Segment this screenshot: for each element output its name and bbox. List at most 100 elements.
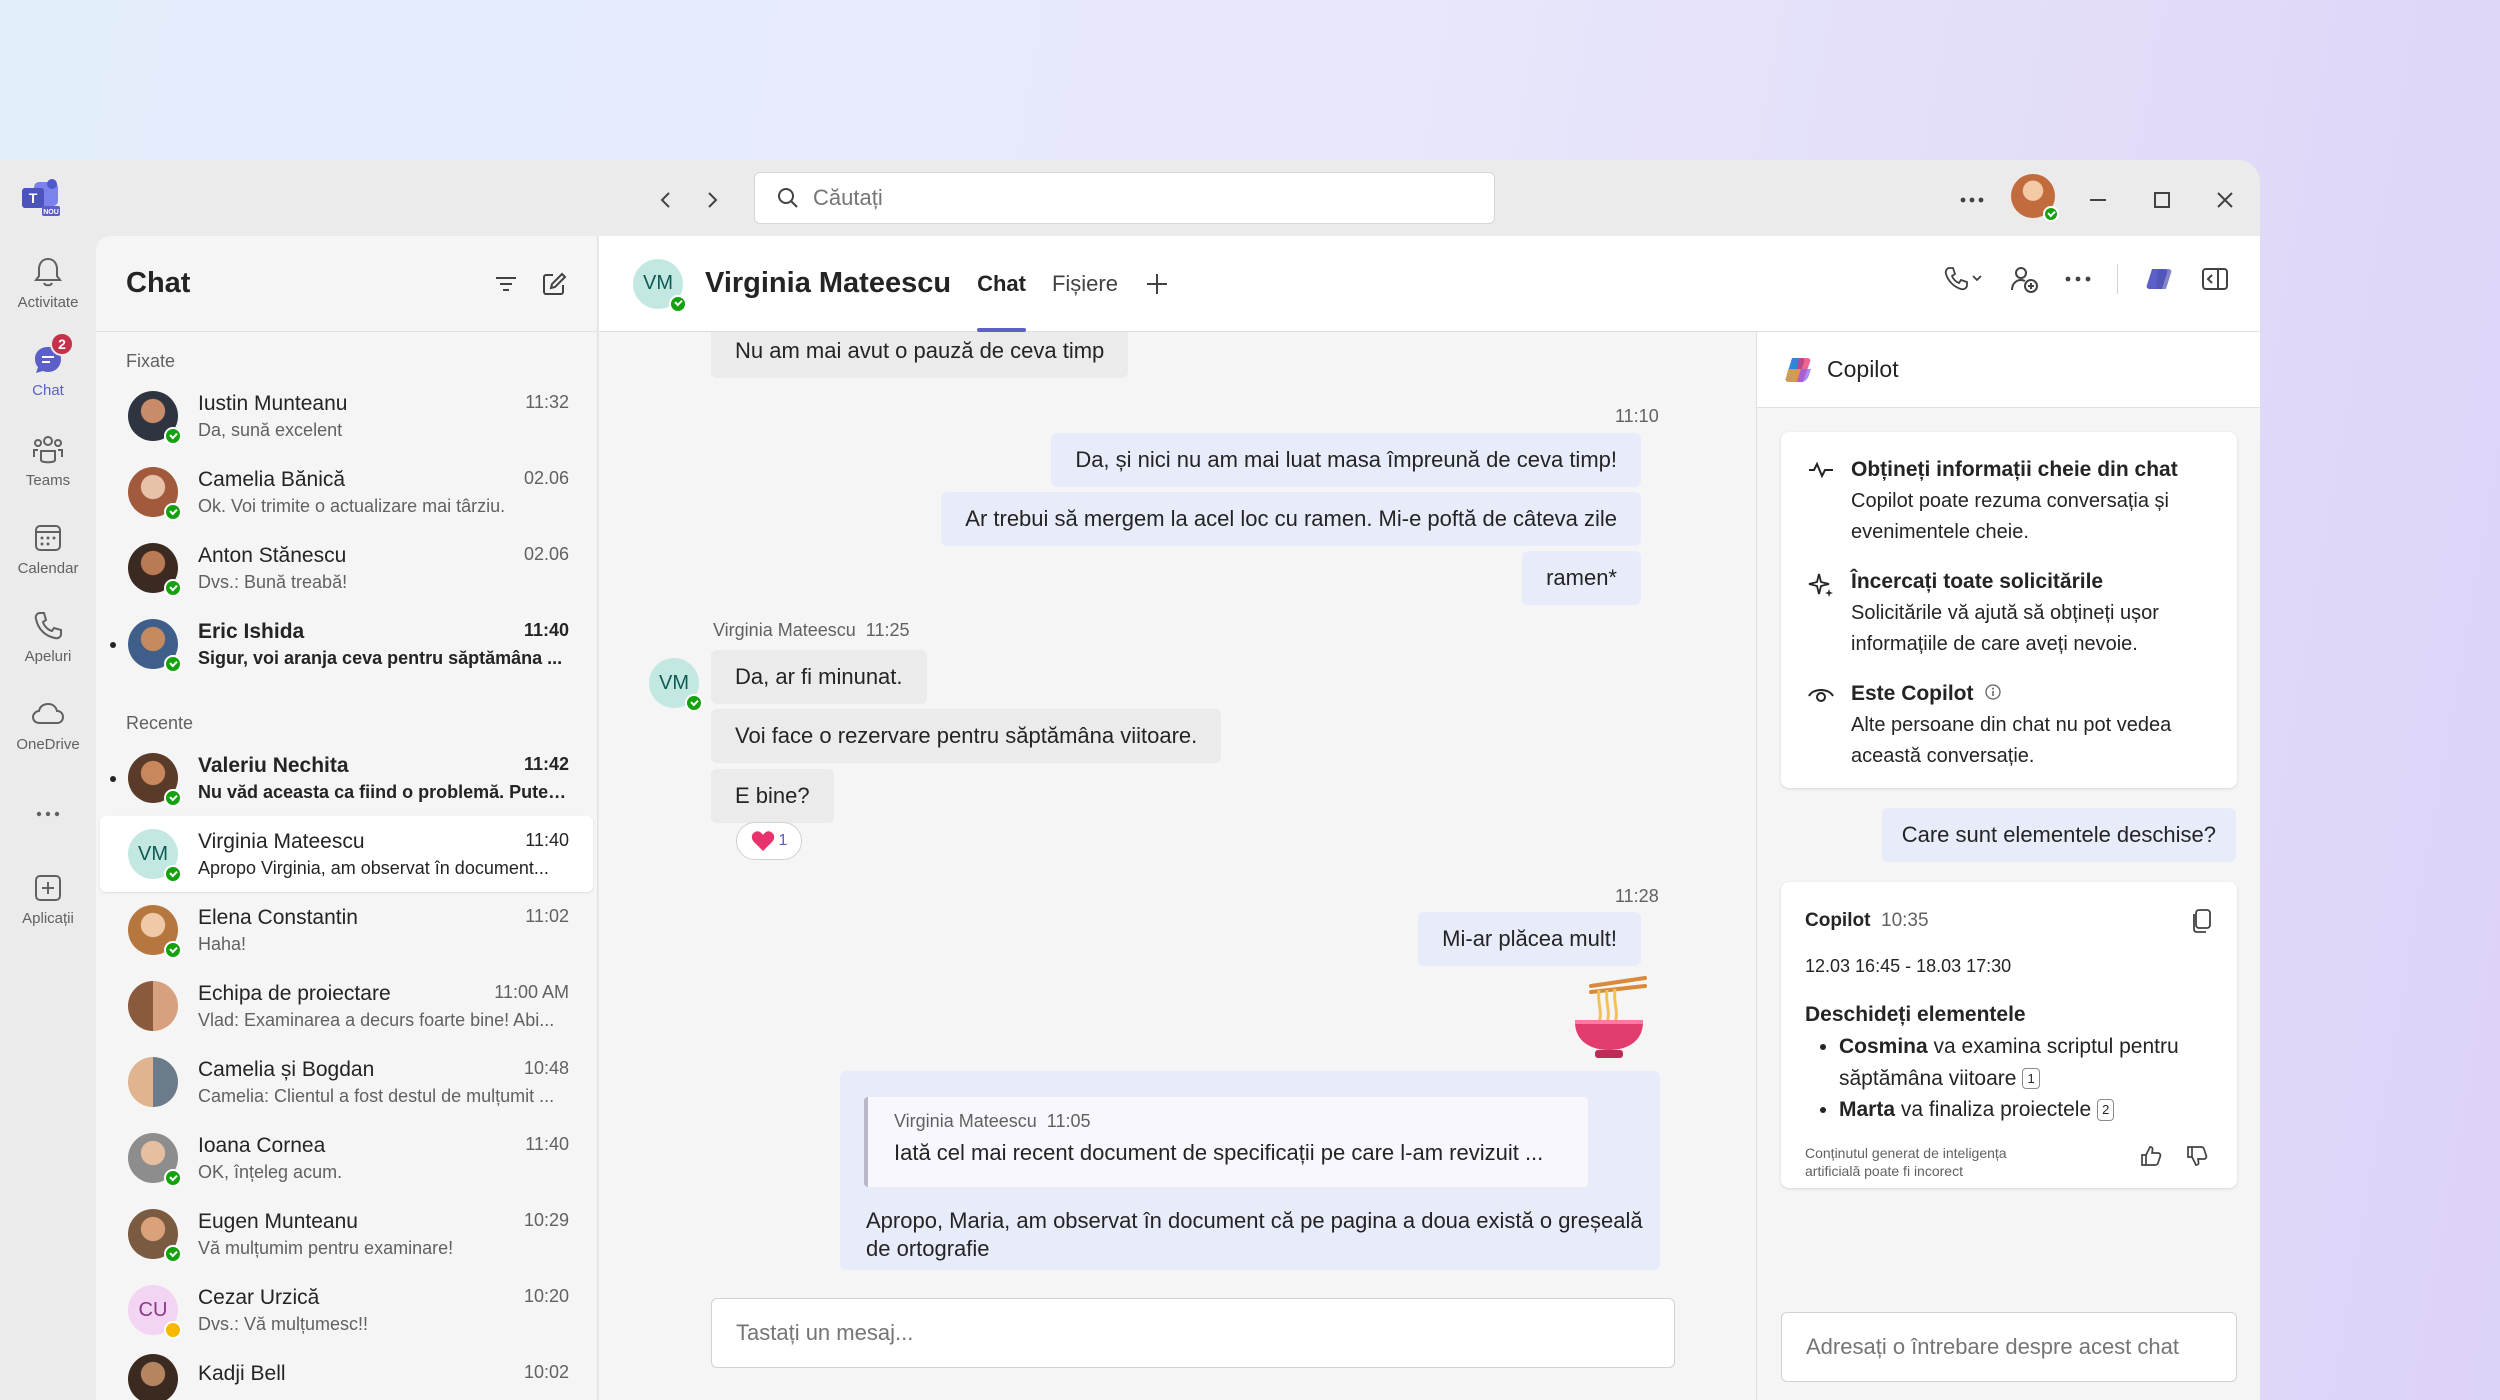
add-people-icon[interactable] bbox=[2009, 264, 2039, 294]
message-time: 11:40 bbox=[523, 619, 569, 640]
message-composer[interactable] bbox=[711, 1298, 1675, 1368]
message-bubble: Ar trebui să mergem la acel loc cu ramen… bbox=[941, 492, 1641, 547]
add-tab-icon[interactable] bbox=[1144, 271, 1170, 297]
call-dropdown-icon[interactable] bbox=[1943, 265, 1983, 293]
chat-list-title: Chat bbox=[126, 267, 191, 299]
thumbs-up-icon[interactable] bbox=[2139, 1144, 2163, 1168]
rail-calls-label: Apeluri bbox=[24, 648, 72, 665]
presence-available-icon bbox=[164, 941, 182, 959]
copilot-ask-box[interactable] bbox=[1781, 1312, 2237, 1382]
rail-more-button[interactable] bbox=[0, 796, 96, 832]
message-bubble: ramen* bbox=[1522, 551, 1641, 606]
copilot-feature[interactable]: Încercați toate solicitările Solicitările… bbox=[1807, 570, 2211, 660]
response-sender: Copilot bbox=[1805, 910, 1871, 931]
avatar-initials: VM bbox=[659, 671, 689, 694]
copilot-feature[interactable]: Este Copilot Alte persoane din chat nu p… bbox=[1807, 682, 2211, 772]
reaction-pill[interactable]: 1 bbox=[736, 822, 802, 860]
recent-section-label: Recente bbox=[126, 713, 194, 733]
open-item: Cosmina va examina scriptul pentru săptă… bbox=[1839, 1031, 2213, 1094]
message-bubble: E bine? bbox=[711, 769, 834, 824]
rail-calendar[interactable]: Calendar bbox=[0, 520, 96, 577]
search-input[interactable] bbox=[813, 185, 1433, 211]
info-icon[interactable] bbox=[1985, 684, 2002, 700]
presence-available-icon bbox=[669, 294, 687, 313]
svg-text:NOU: NOU bbox=[43, 209, 59, 216]
more-icon[interactable] bbox=[2065, 276, 2091, 282]
forward-button[interactable] bbox=[694, 182, 730, 218]
presence-available-icon bbox=[685, 694, 703, 712]
chevron-right-icon bbox=[708, 192, 718, 208]
filter-icon[interactable] bbox=[493, 271, 519, 297]
contact-name: Eric Ishida bbox=[198, 619, 305, 643]
chat-list-header: Chat bbox=[96, 236, 597, 332]
message-input[interactable] bbox=[736, 1320, 1581, 1346]
chevron-left-icon bbox=[660, 192, 670, 208]
quote-sender: Virginia Mateescu bbox=[894, 1111, 1037, 1131]
copy-icon[interactable] bbox=[2191, 908, 2213, 934]
search-bar[interactable] bbox=[754, 172, 1495, 224]
more-icon bbox=[36, 811, 60, 817]
new-chat-icon[interactable] bbox=[541, 271, 567, 297]
quote-text: Iată cel mai recent document de specific… bbox=[894, 1140, 1544, 1165]
message-time: 10:20 bbox=[523, 1285, 569, 1306]
profile-avatar[interactable] bbox=[2011, 174, 2059, 222]
chat-list-item-selected[interactable]: VM Virginia Mateescu 11:40 Apropo Virginia… bbox=[100, 816, 593, 892]
thumbs-down-icon[interactable] bbox=[2185, 1144, 2209, 1168]
teams-window: T NOU Căutați Activitate 2 Chat Teams Ca… bbox=[0, 160, 2260, 1400]
feature-title: Este Copilot bbox=[1851, 682, 1974, 705]
avatar bbox=[128, 1133, 182, 1187]
chat-list-item[interactable]: Camelia și Bogdan 10:48 Camelia: Clientul … bbox=[100, 1044, 593, 1120]
chat-list-item[interactable]: Ioana Cornea 11:40 OK, înțeleg acum. bbox=[100, 1120, 593, 1196]
copilot-feature[interactable]: Obțineți informații cheie din chat Copilo… bbox=[1807, 458, 2211, 548]
copilot-ask-input[interactable] bbox=[1806, 1334, 2193, 1360]
chat-list-item[interactable]: Valeriu Nechita 11:42 Nu văd aceasta ca fi… bbox=[100, 740, 593, 816]
citation-chip[interactable]: 1 bbox=[2022, 1067, 2040, 1089]
teams-icon bbox=[33, 436, 63, 464]
rail-apps[interactable]: Aplicații bbox=[0, 870, 96, 927]
quoted-message[interactable]: Virginia Mateescu 11:05 Iată cel mai rec… bbox=[864, 1097, 1588, 1187]
copilot-intro-card: Obțineți informații cheie din chat Copilo… bbox=[1781, 432, 2237, 788]
side-panel-icon[interactable] bbox=[2200, 264, 2230, 294]
chat-list-item[interactable]: Echipa de proiectare 11:00 AM Vlad: Examin… bbox=[100, 968, 593, 1044]
message-preview: Dvs.: Bună treabă! bbox=[198, 571, 348, 592]
contact-name: Camelia Bănică bbox=[198, 467, 346, 491]
tab-files[interactable]: Fișiere bbox=[1052, 236, 1118, 332]
avatar: VM bbox=[128, 829, 182, 883]
rail-teams-label: Teams bbox=[25, 472, 71, 489]
minimize-button[interactable] bbox=[2078, 180, 2118, 220]
feature-text: Solicitările vă ajută să obțineți ușor i… bbox=[1851, 602, 2159, 655]
rail-activity[interactable]: Activitate bbox=[0, 254, 96, 311]
sender-time: 11:25 bbox=[865, 620, 910, 640]
rail-calls[interactable]: Apeluri bbox=[0, 608, 96, 665]
message-bubble: Da, și nici nu am mai luat masa împreună… bbox=[1051, 433, 1641, 488]
chat-list-item[interactable]: Elena Constantin 11:02 Haha! bbox=[100, 892, 593, 968]
tab-chat[interactable]: Chat bbox=[977, 236, 1026, 332]
rail-calendar-label: Calendar bbox=[17, 560, 79, 577]
maximize-button[interactable] bbox=[2142, 180, 2182, 220]
chat-list-item[interactable]: CU Cezar Urzică 10:20 Dvs.: Vă mulțumesc!! bbox=[100, 1272, 593, 1348]
chat-list-item[interactable]: Iustin Munteanu 11:32 Da, sună excelent bbox=[100, 378, 593, 454]
chat-list-item[interactable]: Kadji Bell 10:02 bbox=[100, 1348, 593, 1400]
message-bubble: Mi-ar plăcea mult! bbox=[1418, 912, 1641, 967]
contact-name: Cezar Urzică bbox=[198, 1285, 320, 1309]
contact-name: Virginia Mateescu bbox=[198, 829, 365, 853]
chat-list-item[interactable]: Eric Ishida 11:40 Sigur, voi aranja ceva p… bbox=[100, 606, 593, 682]
pinned-section-label: Fixate bbox=[126, 351, 176, 371]
chat-list-item[interactable]: Eugen Munteanu 10:29 Vă mulțumim pentru ex… bbox=[100, 1196, 593, 1272]
copilot-icon[interactable] bbox=[2144, 264, 2174, 294]
rail-chat[interactable]: 2 Chat bbox=[0, 332, 96, 399]
chat-list-item[interactable]: Anton Stănescu 02.06 Dvs.: Bună treabă! bbox=[100, 530, 593, 606]
chat-list-item[interactable]: Camelia Bănică 02.06 Ok. Voi trimite o act… bbox=[100, 454, 593, 530]
rail-onedrive[interactable]: OneDrive bbox=[0, 696, 96, 753]
contact-name: Ioana Cornea bbox=[198, 1133, 326, 1157]
rail-teams[interactable]: Teams bbox=[0, 432, 96, 489]
message-preview: OK, înțeleg acum. bbox=[198, 1161, 343, 1182]
avatar-initials: VM bbox=[138, 842, 168, 865]
back-button[interactable] bbox=[648, 182, 684, 218]
chat-header: VM Virginia Mateescu Chat Fișiere bbox=[599, 236, 2260, 332]
close-button[interactable] bbox=[2205, 180, 2245, 220]
message-time: 10:29 bbox=[523, 1209, 569, 1230]
more-options-button[interactable] bbox=[1952, 180, 1992, 220]
contact-name: Echipa de proiectare bbox=[198, 981, 391, 1005]
citation-chip[interactable]: 2 bbox=[2097, 1099, 2115, 1121]
